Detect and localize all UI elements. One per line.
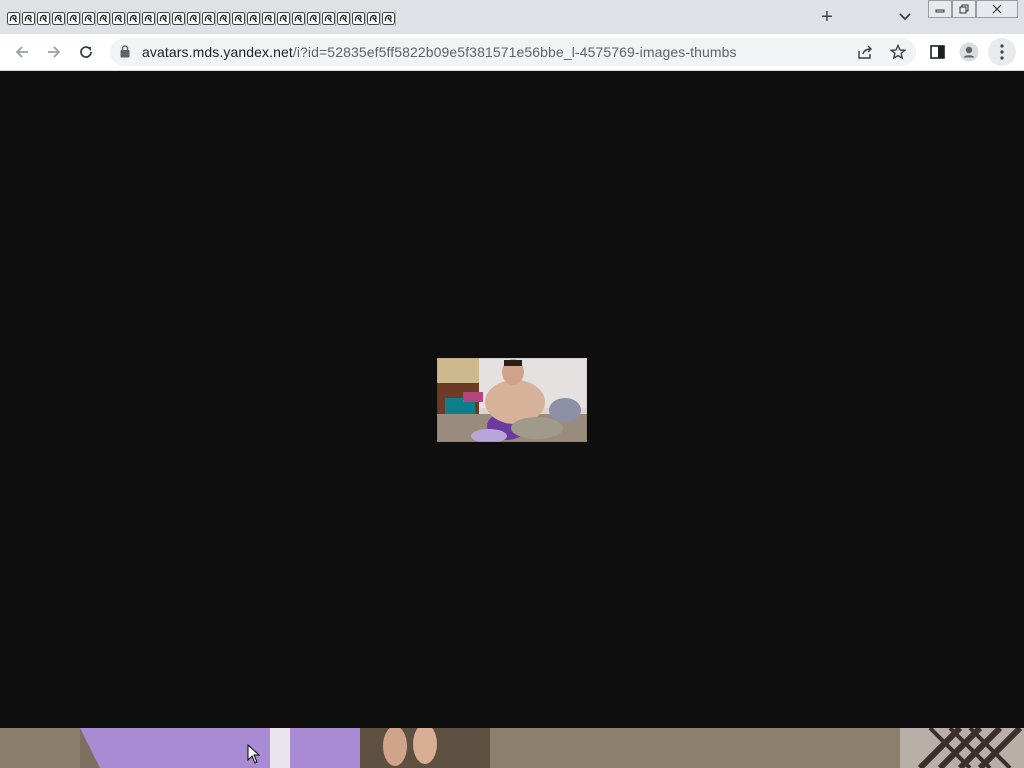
tab-strip: +: [0, 0, 1024, 34]
browser-tab[interactable]: [276, 6, 291, 30]
close-window-button[interactable]: [976, 0, 1018, 18]
browser-tab[interactable]: [111, 6, 126, 30]
yandex-swirl-icon: [307, 11, 320, 25]
mouse-cursor-icon: [247, 744, 261, 764]
browser-tab[interactable]: [51, 6, 66, 30]
browser-tab[interactable]: [246, 6, 261, 30]
yandex-swirl-icon: [277, 11, 290, 25]
close-icon: [992, 4, 1002, 14]
bookmark-button[interactable]: [887, 42, 909, 62]
url-text[interactable]: avatars.mds.yandex.net/i?id=52835ef5ff58…: [142, 44, 737, 60]
browser-tab[interactable]: [141, 6, 156, 30]
browser-tab[interactable]: [21, 6, 36, 30]
menu-button[interactable]: [988, 38, 1016, 66]
tab-list: [6, 6, 396, 30]
kebab-menu-icon: [1000, 44, 1004, 60]
yandex-swirl-icon: [22, 11, 35, 25]
yandex-swirl-icon: [247, 11, 260, 25]
address-bar[interactable]: avatars.mds.yandex.net/i?id=52835ef5ff58…: [110, 38, 916, 66]
reload-icon: [80, 46, 92, 58]
yandex-swirl-icon: [37, 11, 50, 25]
profile-button[interactable]: [955, 38, 983, 66]
browser-tab[interactable]: [336, 6, 351, 30]
yandex-swirl-icon: [172, 11, 185, 25]
arrow-left-icon: [15, 46, 28, 58]
yandex-swirl-icon: [142, 11, 155, 25]
browser-tab[interactable]: [156, 6, 171, 30]
yandex-swirl-icon: [262, 11, 275, 25]
browser-tab[interactable]: [291, 6, 306, 30]
browser-tab[interactable]: [201, 6, 216, 30]
background-image-strip: [0, 728, 1024, 768]
browser-tab[interactable]: [366, 6, 381, 30]
reload-button[interactable]: [72, 38, 100, 66]
yandex-swirl-icon: [322, 11, 335, 25]
yandex-swirl-icon: [337, 11, 350, 25]
thumbnail-image[interactable]: [437, 358, 587, 442]
image-viewer: [0, 71, 1024, 768]
yandex-swirl-icon: [52, 11, 65, 25]
yandex-swirl-icon: [82, 11, 95, 25]
browser-tab[interactable]: [126, 6, 141, 30]
yandex-swirl-icon: [187, 11, 200, 25]
yandex-swirl-icon: [382, 11, 395, 25]
browser-tab[interactable]: [321, 6, 336, 30]
share-button[interactable]: [854, 42, 876, 62]
share-icon: [858, 45, 872, 59]
browser-tab[interactable]: [306, 6, 321, 30]
browser-tab[interactable]: [186, 6, 201, 30]
browser-tab[interactable]: [171, 6, 186, 30]
forward-button[interactable]: [40, 38, 68, 66]
yandex-swirl-icon: [97, 11, 110, 25]
yandex-swirl-icon: [202, 11, 215, 25]
restore-button[interactable]: [952, 0, 976, 18]
yandex-swirl-icon: [157, 11, 170, 25]
back-button[interactable]: [8, 38, 36, 66]
side-panel-icon: [929, 45, 945, 59]
yandex-swirl-icon: [217, 11, 230, 25]
new-tab-button[interactable]: +: [815, 6, 839, 28]
yandex-swirl-icon: [367, 11, 380, 25]
browser-tab[interactable]: [216, 6, 231, 30]
browser-tab[interactable]: [36, 6, 51, 30]
side-panel-button[interactable]: [923, 38, 951, 66]
profile-icon: [959, 42, 979, 62]
yandex-swirl-icon: [67, 11, 80, 25]
browser-tab[interactable]: [261, 6, 276, 30]
yandex-swirl-icon: [292, 11, 305, 25]
arrow-right-icon: [48, 46, 61, 58]
minimize-button[interactable]: [928, 0, 952, 18]
browser-tab[interactable]: [6, 6, 21, 30]
minimize-icon: [935, 9, 945, 13]
tab-search-button[interactable]: [894, 6, 916, 28]
browser-tab[interactable]: [231, 6, 246, 30]
lock-icon[interactable]: [120, 45, 130, 58]
restore-icon: [959, 4, 969, 14]
url-path: /i?id=52835ef5ff5822b09e5f381571e56bbe_l…: [292, 44, 737, 60]
yandex-swirl-icon: [7, 11, 20, 25]
star-icon: [890, 44, 906, 60]
yandex-swirl-icon: [232, 11, 245, 25]
url-host: avatars.mds.yandex.net: [142, 44, 293, 60]
browser-tab[interactable]: [66, 6, 81, 30]
yandex-swirl-icon: [352, 11, 365, 25]
chevron-down-icon: [899, 13, 911, 21]
browser-tab[interactable]: [351, 6, 366, 30]
yandex-swirl-icon: [127, 11, 140, 25]
browser-toolbar: avatars.mds.yandex.net/i?id=52835ef5ff58…: [0, 34, 1024, 71]
browser-tab[interactable]: [96, 6, 111, 30]
yandex-swirl-icon: [112, 11, 125, 25]
browser-tab[interactable]: [81, 6, 96, 30]
browser-tab[interactable]: [381, 6, 396, 30]
